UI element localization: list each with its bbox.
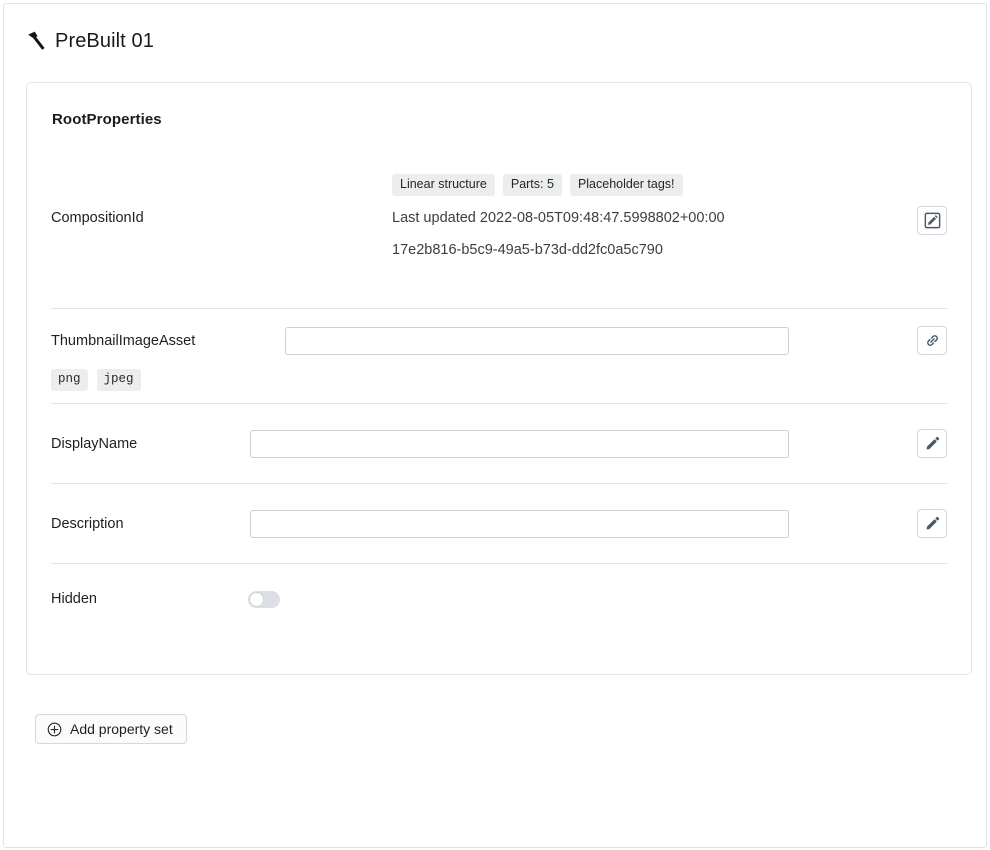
- pencil-square-icon: [924, 212, 941, 229]
- edit-description-button[interactable]: [917, 509, 947, 538]
- add-property-set-button[interactable]: Add property set: [35, 714, 187, 744]
- property-row-hidden: Hidden: [51, 564, 947, 634]
- root-properties-card: RootProperties CompositionId Linear stru…: [26, 82, 972, 675]
- pencil-icon: [924, 515, 941, 532]
- display-name-label: DisplayName: [51, 435, 138, 452]
- composition-last-updated: Last updated 2022-08-05T09:48:47.5998802…: [392, 210, 725, 226]
- tag-placeholder: Placeholder tags!: [569, 174, 683, 196]
- link-thumbnail-asset-button[interactable]: [917, 326, 947, 355]
- tag-linear-structure: Linear structure: [392, 174, 495, 196]
- property-rows: CompositionId Linear structure Parts: 5 …: [27, 128, 971, 634]
- composition-id-body: Linear structure Parts: 5 Placeholder ta…: [392, 174, 947, 262]
- property-row-display-name: DisplayName: [51, 404, 947, 483]
- property-row-description: Description: [51, 484, 947, 563]
- page-title: PreBuilt 01: [55, 30, 154, 52]
- hidden-toggle[interactable]: [248, 590, 280, 608]
- page-header: PreBuilt 01: [4, 4, 986, 60]
- pencil-icon: [924, 435, 941, 452]
- page-frame: PreBuilt 01 RootProperties CompositionId…: [3, 3, 987, 848]
- description-label: Description: [51, 515, 124, 532]
- hidden-toggle-knob: [249, 591, 264, 607]
- property-row-thumbnail-image-asset: ThumbnailImageAsset: [51, 309, 947, 373]
- edit-composition-id-button[interactable]: [917, 206, 947, 235]
- link-icon: [924, 332, 941, 349]
- thumbnail-image-asset-input[interactable]: [285, 327, 789, 355]
- property-row-composition-id: CompositionId Linear structure Parts: 5 …: [51, 128, 947, 308]
- display-name-input[interactable]: [250, 429, 789, 458]
- plus-circle-icon: [47, 722, 62, 737]
- composition-id-label: CompositionId: [51, 210, 144, 226]
- tag-parts-count: Parts: 5: [502, 174, 562, 196]
- hammer-icon: [25, 29, 49, 53]
- add-property-set-label: Add property set: [70, 721, 173, 737]
- edit-display-name-button[interactable]: [917, 429, 947, 458]
- composition-guid: 17e2b816-b5c9-49a5-b73d-dd2fc0a5c790: [392, 242, 663, 258]
- hidden-label: Hidden: [51, 591, 97, 607]
- card-heading: RootProperties: [52, 111, 162, 128]
- description-input[interactable]: [250, 509, 789, 538]
- composition-tag-list: Linear structure Parts: 5 Placeholder ta…: [392, 174, 947, 196]
- thumbnail-image-asset-label: ThumbnailImageAsset: [51, 333, 196, 349]
